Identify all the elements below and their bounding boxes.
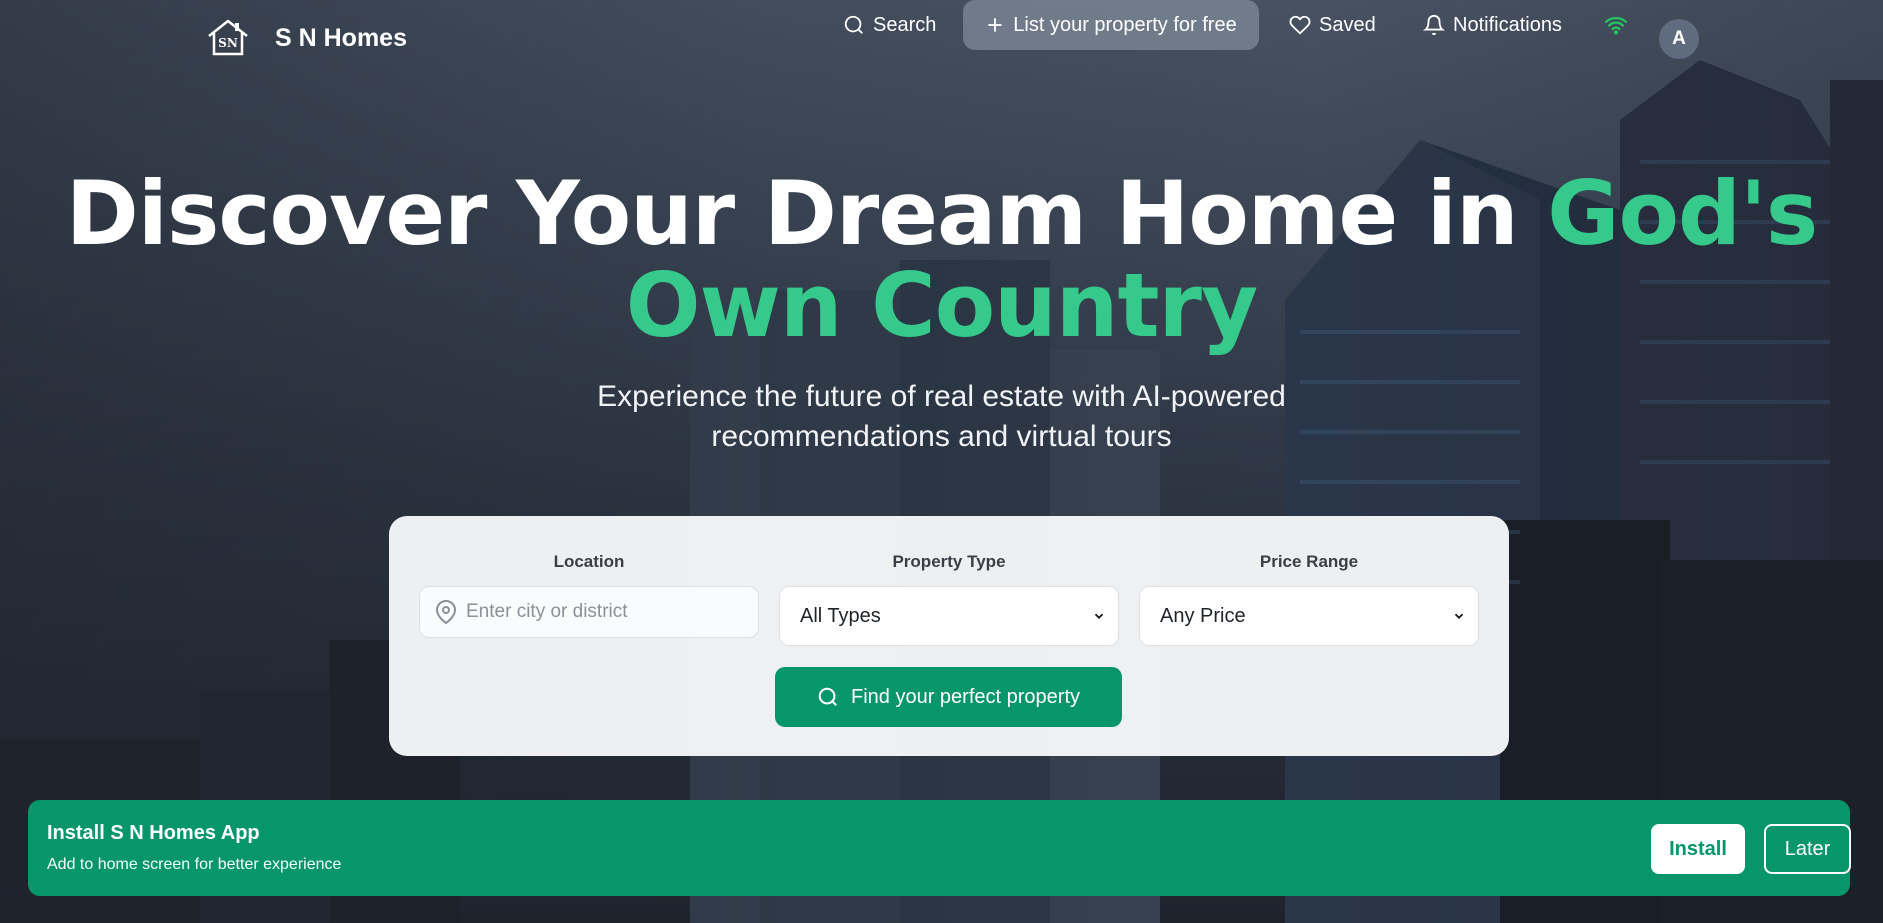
chevron-down-icon	[1094, 613, 1104, 619]
install-banner-subtitle: Add to home screen for better experience	[47, 856, 342, 873]
list-property-label: List your property for free	[1013, 13, 1237, 36]
property-search-card: Location Property Type Price Range All T…	[389, 516, 1509, 756]
nav-saved-label: Saved	[1319, 13, 1376, 36]
hero-subtitle-line2: recommendations and virtual tours	[711, 420, 1172, 453]
heart-icon	[1289, 15, 1311, 35]
hero-subtitle-line1: Experience the future of real estate wit…	[597, 380, 1286, 413]
property-type-select[interactable]: All Types	[779, 586, 1119, 646]
find-property-label: Find your perfect property	[851, 685, 1080, 708]
plus-icon	[988, 18, 1002, 32]
find-property-button[interactable]: Find your perfect property	[775, 667, 1122, 727]
price-range-label: Price Range	[1259, 552, 1359, 571]
later-button[interactable]: Later	[1764, 824, 1851, 874]
logo-monogram: SN	[218, 36, 238, 50]
nav-saved-link[interactable]: Saved	[1289, 0, 1376, 50]
nav-notifications-link[interactable]: Notifications	[1423, 0, 1562, 50]
search-icon	[818, 687, 837, 706]
map-pin-icon	[435, 600, 457, 625]
bell-icon	[1423, 15, 1445, 36]
location-field[interactable]	[419, 586, 759, 638]
brand-name: S N Homes	[275, 23, 407, 52]
top-navbar: SN S N Homes Search List your property f…	[0, 0, 1883, 80]
search-icon	[844, 15, 863, 34]
price-range-select[interactable]: Any Price	[1139, 586, 1479, 646]
list-property-button[interactable]: List your property for free	[963, 0, 1259, 50]
location-input[interactable]	[466, 601, 746, 623]
nav-search-link[interactable]: Search	[843, 0, 936, 50]
wifi-icon	[1604, 16, 1628, 35]
hero-title: Discover Your Dream Home in God's Own Co…	[0, 168, 1883, 352]
property-type-value: All Types	[800, 604, 881, 627]
install-button[interactable]: Install	[1651, 824, 1745, 874]
house-icon: SN	[205, 18, 251, 58]
price-range-value: Any Price	[1160, 604, 1246, 627]
hero-title-main: Discover Your Dream Home in	[65, 162, 1548, 265]
install-banner-title: Install S N Homes App	[47, 822, 260, 844]
chevron-down-icon	[1454, 613, 1464, 619]
user-avatar[interactable]: A	[1659, 19, 1699, 59]
nav-notifications-label: Notifications	[1453, 13, 1562, 36]
brand-logo[interactable]: SN S N Homes	[205, 18, 407, 58]
install-app-banner: Install S N Homes App Add to home screen…	[28, 800, 1851, 896]
nav-search-label: Search	[873, 13, 937, 36]
location-label: Location	[553, 552, 625, 571]
property-type-label: Property Type	[892, 552, 1006, 571]
hero-background	[0, 0, 1883, 923]
hero-subtitle: Experience the future of real estate wit…	[0, 377, 1883, 457]
connection-status	[1604, 0, 1636, 50]
